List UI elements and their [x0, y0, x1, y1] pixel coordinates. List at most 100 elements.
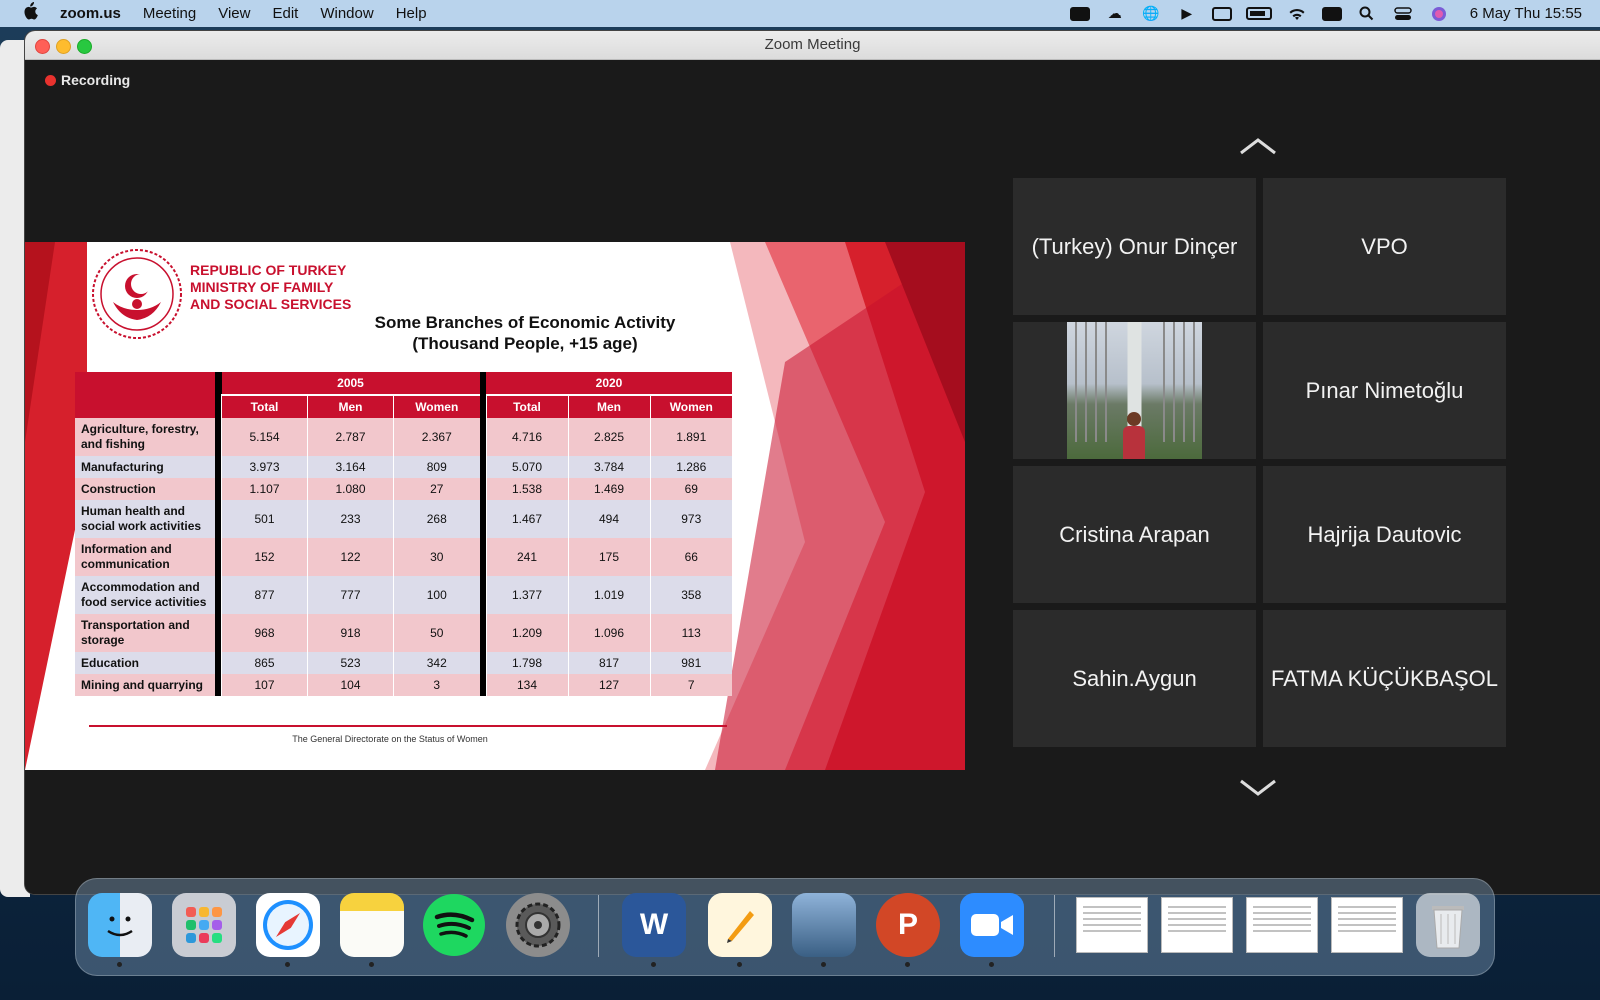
table-row: Accommodation and food service activitie…: [75, 576, 732, 614]
participant-tile[interactable]: Pınar Nimetoğlu: [1263, 322, 1506, 459]
preview-icon[interactable]: [792, 893, 856, 967]
table-cell: 66: [649, 538, 732, 576]
zoom-app-icon[interactable]: [960, 893, 1024, 967]
slide-subtitle: (Thousand People, +15 age): [412, 334, 638, 353]
table-row: Education 865 523 342 1.798 817 981: [75, 652, 732, 674]
memory-icon[interactable]: [1321, 6, 1342, 21]
recent-document-thumbnail[interactable]: [1161, 897, 1233, 953]
menu-window[interactable]: Window: [320, 5, 373, 22]
table-cell: 1.019: [567, 576, 650, 614]
participant-name: Pınar Nimetoğlu: [1305, 377, 1464, 403]
table-cell: 113: [649, 614, 732, 652]
recent-document-thumbnail[interactable]: [1331, 897, 1403, 953]
menu-help[interactable]: Help: [396, 5, 427, 22]
menu-meeting[interactable]: Meeting: [143, 5, 196, 22]
zoom-icon[interactable]: [1069, 6, 1090, 21]
wifi-icon[interactable]: [1286, 6, 1308, 22]
table-cell: 1.209: [485, 614, 568, 652]
notes-icon[interactable]: [340, 893, 404, 967]
powerpoint-icon[interactable]: P: [876, 893, 940, 967]
spotify-icon[interactable]: [422, 893, 486, 957]
table-cell: 1.080: [307, 478, 394, 500]
menu-edit[interactable]: Edit: [272, 5, 298, 22]
word-letter: W: [639, 908, 669, 941]
participant-name: FATMA KÜÇÜKBAŞOL: [1271, 665, 1498, 691]
table-cell: 107: [221, 674, 308, 696]
row-label: Information and communication: [75, 538, 215, 576]
running-indicator: [651, 962, 656, 967]
participant-person: [1123, 412, 1145, 459]
window-title: Zoom Meeting: [764, 36, 861, 53]
siri-icon[interactable]: [1428, 6, 1450, 22]
participant-tile[interactable]: FATMA KÜÇÜKBAŞOL: [1263, 610, 1506, 747]
menu-app-name[interactable]: zoom.us: [60, 5, 121, 22]
table-cell: 3.164: [307, 456, 394, 478]
table-row: Human health and social work activities 5…: [75, 500, 732, 538]
safari-icon[interactable]: [256, 893, 320, 967]
vpn-globe-icon[interactable]: 🌐: [1140, 5, 1162, 22]
flagpole: [1105, 322, 1107, 442]
participant-tile[interactable]: Sahin.Aygun: [1013, 610, 1256, 747]
row-label: Accommodation and food service activitie…: [75, 576, 215, 614]
participant-name: (Turkey) Onur Dinçer: [1031, 233, 1238, 259]
table-cell: 1.798: [485, 652, 568, 674]
table-cell: 104: [307, 674, 394, 696]
recording-indicator[interactable]: Recording: [45, 72, 130, 88]
menubar-clock[interactable]: 6 May Thu 15:55: [1470, 5, 1582, 22]
chevron-up-icon[interactable]: [1238, 136, 1278, 156]
menu-bar: zoom.us Meeting View Edit Window Help ☁ …: [0, 0, 1600, 27]
system-preferences-icon[interactable]: [506, 893, 570, 957]
control-center-icon[interactable]: [1392, 6, 1414, 22]
table-cell: 1.538: [485, 478, 568, 500]
table-cell: 2.787: [307, 418, 394, 456]
participant-tile[interactable]: [1013, 322, 1256, 459]
participant-tile[interactable]: Cristina Arapan: [1013, 466, 1256, 603]
running-indicator: [117, 962, 122, 967]
apple-icon[interactable]: [22, 2, 42, 25]
window-titlebar[interactable]: Zoom Meeting: [25, 31, 1600, 60]
recording-label: Recording: [61, 72, 131, 88]
table-cell: 877: [221, 576, 308, 614]
table-cell: 134: [485, 674, 568, 696]
table-cell: 3: [393, 674, 480, 696]
finder-icon[interactable]: [88, 893, 152, 967]
table-cell: 1.107: [221, 478, 308, 500]
table-cell: 1.377: [485, 576, 568, 614]
recent-document-thumbnail[interactable]: [1076, 897, 1148, 953]
flagpole: [1173, 322, 1175, 442]
pages-icon[interactable]: [708, 893, 772, 967]
table-cell: 1.469: [567, 478, 650, 500]
keyboard-icon[interactable]: [1211, 6, 1232, 21]
table-row: Manufacturing 3.973 3.164 809 5.070 3.784 1.28…: [75, 456, 732, 478]
table-cell: 27: [393, 478, 480, 500]
menu-view[interactable]: View: [218, 5, 250, 22]
table-cell: 268: [393, 500, 480, 538]
participant-tile[interactable]: Hajrija Dautovic: [1263, 466, 1506, 603]
word-icon[interactable]: W: [622, 893, 686, 967]
participant-tile[interactable]: VPO: [1263, 178, 1506, 315]
flagpole: [1095, 322, 1097, 442]
recent-document-thumbnail[interactable]: [1246, 897, 1318, 953]
meeting-content: Recording REPUBLIC OF TURKEY MINISTRY OF…: [25, 60, 1600, 894]
dock: W P: [75, 878, 1495, 976]
participant-tile[interactable]: (Turkey) Onur Dinçer: [1013, 178, 1256, 315]
shared-screen-slide[interactable]: REPUBLIC OF TURKEY MINISTRY OF FAMILY AN…: [25, 242, 965, 770]
battery-icon[interactable]: [1245, 7, 1272, 20]
trash-icon[interactable]: [1416, 893, 1480, 957]
person-head: [1127, 412, 1141, 426]
ministry-name: REPUBLIC OF TURKEY MINISTRY OF FAMILY AN…: [190, 262, 351, 313]
slide-title-line: Some Branches of Economic Activity: [374, 313, 676, 332]
slide-footer: The General Directorate on the Status of…: [292, 734, 488, 744]
table-row: Agriculture, forestry, and fishing 5.154 2…: [75, 418, 732, 456]
powerpoint-letter: P: [897, 908, 918, 941]
slide-divider: [89, 725, 727, 727]
table-row: Transportation and storage 968 918 50 1.209 1…: [75, 614, 732, 652]
chevron-down-icon[interactable]: [1238, 778, 1278, 798]
creative-cloud-icon[interactable]: ☁: [1104, 5, 1126, 22]
search-icon[interactable]: [1356, 6, 1378, 22]
table-cell: 50: [393, 614, 480, 652]
launchpad-icon[interactable]: [172, 893, 236, 957]
table-cell: 817: [567, 652, 650, 674]
zoom-window: Zoom Meeting Recording REPUBLIC OF TURKE…: [25, 31, 1600, 894]
play-icon[interactable]: ▶: [1176, 5, 1198, 22]
